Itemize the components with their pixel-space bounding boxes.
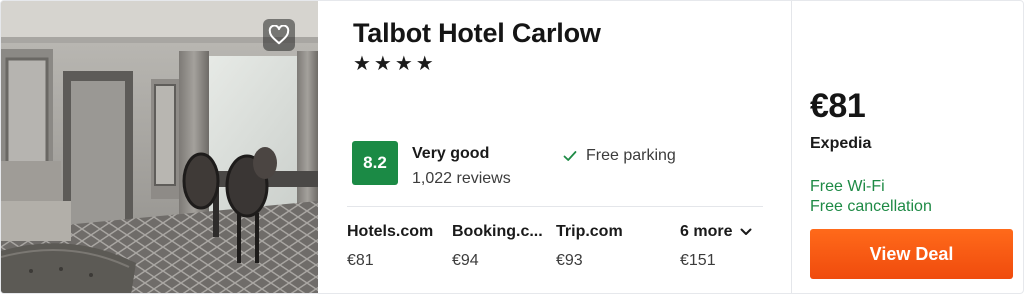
hotel-name[interactable]: Talbot Hotel Carlow (353, 18, 601, 49)
deal-price: €81 (810, 87, 866, 125)
provider-offer[interactable]: Trip.com €93 (556, 223, 623, 270)
review-count[interactable]: 1,022 reviews (412, 170, 511, 188)
deal-provider: Expedia (810, 135, 872, 152)
more-providers[interactable]: 6 more €151 (680, 223, 752, 270)
amenity-label: Free parking (586, 147, 676, 164)
hotel-result-card[interactable]: Talbot Hotel Carlow ★★★★ 8.2 Very good 1… (0, 0, 1024, 294)
provider-price: €151 (680, 252, 716, 269)
provider-offer[interactable]: Hotels.com €81 (347, 223, 433, 270)
hotel-photo[interactable] (1, 1, 318, 293)
provider-name: Booking.c... (452, 223, 543, 240)
more-providers-label: 6 more (680, 223, 733, 240)
section-divider (347, 206, 763, 207)
provider-name: Trip.com (556, 223, 623, 240)
star-rating: ★★★★ (353, 53, 437, 75)
review-score-badge: 8.2 (352, 141, 398, 185)
provider-name: Hotels.com (347, 223, 434, 240)
review-score-label: Very good (412, 145, 490, 162)
deal-perk: Free cancellation (810, 198, 932, 215)
amenity-free-parking: Free parking (562, 147, 676, 165)
more-providers-button[interactable]: 6 more (680, 223, 752, 241)
provider-price: €93 (556, 252, 583, 269)
chevron-down-icon (740, 228, 752, 235)
provider-price: €81 (347, 252, 374, 269)
favorite-button[interactable] (263, 19, 295, 51)
provider-price: €94 (452, 252, 479, 269)
deal-perk: Free Wi-Fi (810, 178, 885, 195)
view-deal-button[interactable]: View Deal (810, 229, 1013, 279)
provider-offer[interactable]: Booking.c... €94 (452, 223, 543, 270)
column-divider (791, 1, 792, 293)
check-icon (563, 151, 577, 161)
heart-icon (268, 25, 290, 45)
